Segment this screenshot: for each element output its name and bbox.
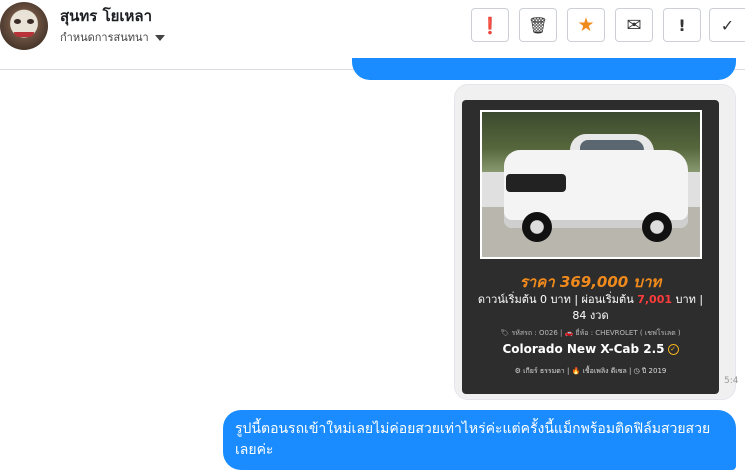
message-timestamp: 5:4: [724, 376, 739, 386]
listing-code-brand: 🏷 รหัสรถ : O026 | 🚗 ยี่ห้อ : CHEVROLET (…: [500, 329, 681, 337]
model-name: Colorado New X-Cab 2.5: [502, 342, 665, 356]
previous-message-bubble[interactable]: [352, 58, 736, 80]
car-grille-shape: [506, 174, 566, 192]
mail-button[interactable]: ✉: [615, 8, 653, 42]
report-button[interactable]: ❗: [471, 8, 509, 42]
exclamation-icon: !: [678, 15, 686, 35]
car-wheel-shape: [642, 212, 672, 242]
contact-name[interactable]: สุนทร โยเหลา: [60, 4, 152, 28]
important-button[interactable]: !: [663, 8, 701, 42]
delete-button[interactable]: 🗑: [519, 8, 557, 42]
car-listing-card[interactable]: ราคา 369,000 บาท ดาวน์เริ่มต้น 0 บาท | ผ…: [462, 100, 719, 394]
avatar[interactable]: [0, 2, 48, 50]
verified-check-icon: ✓: [667, 344, 679, 355]
car-wheel-shape: [522, 212, 552, 242]
payment-details: ดาวน์เริ่มต้น 0 บาท | ผ่อนเริ่มต้น 7,001…: [476, 292, 705, 324]
installment-amount: 7,001: [637, 293, 673, 306]
done-button[interactable]: ✓: [709, 8, 745, 42]
conversation-schedule-menu[interactable]: กำหนดการสนทนา: [60, 28, 165, 46]
avatar-eye: [27, 19, 34, 24]
envelope-icon: ✉: [626, 14, 642, 36]
message-bubble[interactable]: รูปนี้ตอนรถเข้าใหม่เลยไม่ค่อยสวยเท่าไหร่…: [223, 410, 736, 470]
check-icon: ✓: [720, 15, 735, 35]
shared-listing-message[interactable]: ราคา 369,000 บาท ดาวน์เริ่มต้น 0 บาท | ผ…: [454, 84, 736, 400]
down-payment-text: ดาวน์เริ่มต้น 0 บาท | ผ่อนเริ่มต้น: [477, 293, 638, 306]
star-button[interactable]: ★: [567, 8, 605, 42]
message-text: รูปนี้ตอนรถเข้าใหม่เลยไม่ค่อยสวยเท่าไหร่…: [235, 421, 711, 458]
car-photo[interactable]: [480, 110, 702, 259]
exclamation-circle-icon: ❗: [480, 15, 500, 35]
conversation-schedule-label: กำหนดการสนทนา: [60, 31, 149, 44]
caret-down-icon: [154, 35, 165, 41]
trash-icon: 🗑: [527, 15, 549, 35]
listing-model: Colorado New X-Cab 2.5 ✓: [462, 342, 719, 356]
star-icon: ★: [577, 14, 595, 36]
listing-specs: ⚙ เกียร์ ธรรมดา | 🔥 เชื้อเพลิง ดีเซล | ◷…: [514, 367, 667, 375]
avatar-mouth: [14, 32, 34, 37]
listing-price: ราคา 369,000 บาท: [519, 273, 662, 291]
avatar-eye: [14, 19, 21, 24]
